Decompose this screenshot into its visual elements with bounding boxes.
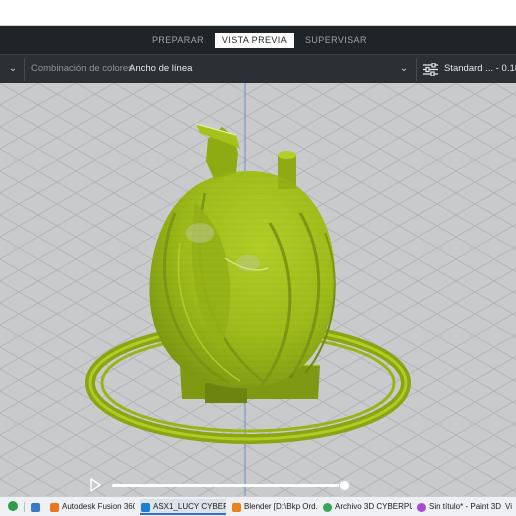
blender-icon [232,503,241,512]
window-top-strip [0,0,516,26]
play-icon[interactable] [88,478,102,492]
app-window: PREPARAR VISTA PREVIA SUPERVISAR ⌄ Combi… [0,0,516,516]
print-settings-sliders-icon[interactable] [423,63,438,76]
taskbar-item-paint3d[interactable]: Sin título* - Paint 3D [416,499,502,515]
stage-tab-bar: PREPARAR VISTA PREVIA SUPERVISAR [0,26,516,54]
3d-viewport[interactable] [0,83,516,496]
tab-preparar[interactable]: PREPARAR [150,33,206,48]
fusion-icon [50,503,59,512]
os-taskbar: Autodesk Fusion 360... ASX1_LUCY CYBERP.… [0,496,516,516]
toolbar-divider [416,58,417,81]
taskbar-item-blender[interactable]: Blender [D:\Bkp Ord... [231,499,317,515]
taskbar-divider [24,502,25,512]
layer-progress-handle[interactable] [338,480,350,491]
start-orb-icon[interactable] [8,501,18,511]
tab-vista-previa[interactable]: VISTA PREVIA [215,33,294,48]
paint3d-icon [417,503,426,512]
file-explorer-icon [31,503,40,512]
taskbar-item-label: Sin título* - Paint 3D [429,502,502,511]
taskbar-item-label: Vi [505,502,512,511]
chrome-icon [323,503,332,512]
color-scheme-chevron-icon[interactable]: ⌄ [397,62,411,76]
toolbar-divider [24,58,25,81]
color-scheme-label: Combinación de colores [31,63,133,74]
print-profile-summary[interactable]: Standard ... - 0.18m [444,63,516,74]
color-scheme-select[interactable]: Ancho de línea [129,63,192,74]
taskbar-item-cura[interactable]: ASX1_LUCY CYBERP... [140,499,226,515]
preview-toolbar: ⌄ Combinación de colores Ancho de línea … [0,54,516,83]
taskbar-item-chrome[interactable]: Archivo 3D CYBERPU... [322,499,412,515]
taskbar-item-label: Blender [D:\Bkp Ord... [244,502,317,511]
taskbar-item-fusion[interactable]: Autodesk Fusion 360... [49,499,135,515]
taskbar-item-label: Archivo 3D CYBERPU... [335,502,412,511]
taskbar-item-overflow[interactable]: Vi [504,499,516,515]
layer-progress-track[interactable] [112,484,344,487]
taskbar-item-label: Autodesk Fusion 360... [62,502,135,511]
view-dropdown-chevron-icon[interactable]: ⌄ [6,62,20,76]
taskbar-item-label: ASX1_LUCY CYBERP... [153,502,226,511]
build-plate-scene [0,83,516,496]
file-explorer-pin[interactable] [30,499,44,515]
layer-playback-bar [88,478,358,494]
cura-icon [141,503,150,512]
tab-supervisar[interactable]: SUPERVISAR [305,33,366,48]
